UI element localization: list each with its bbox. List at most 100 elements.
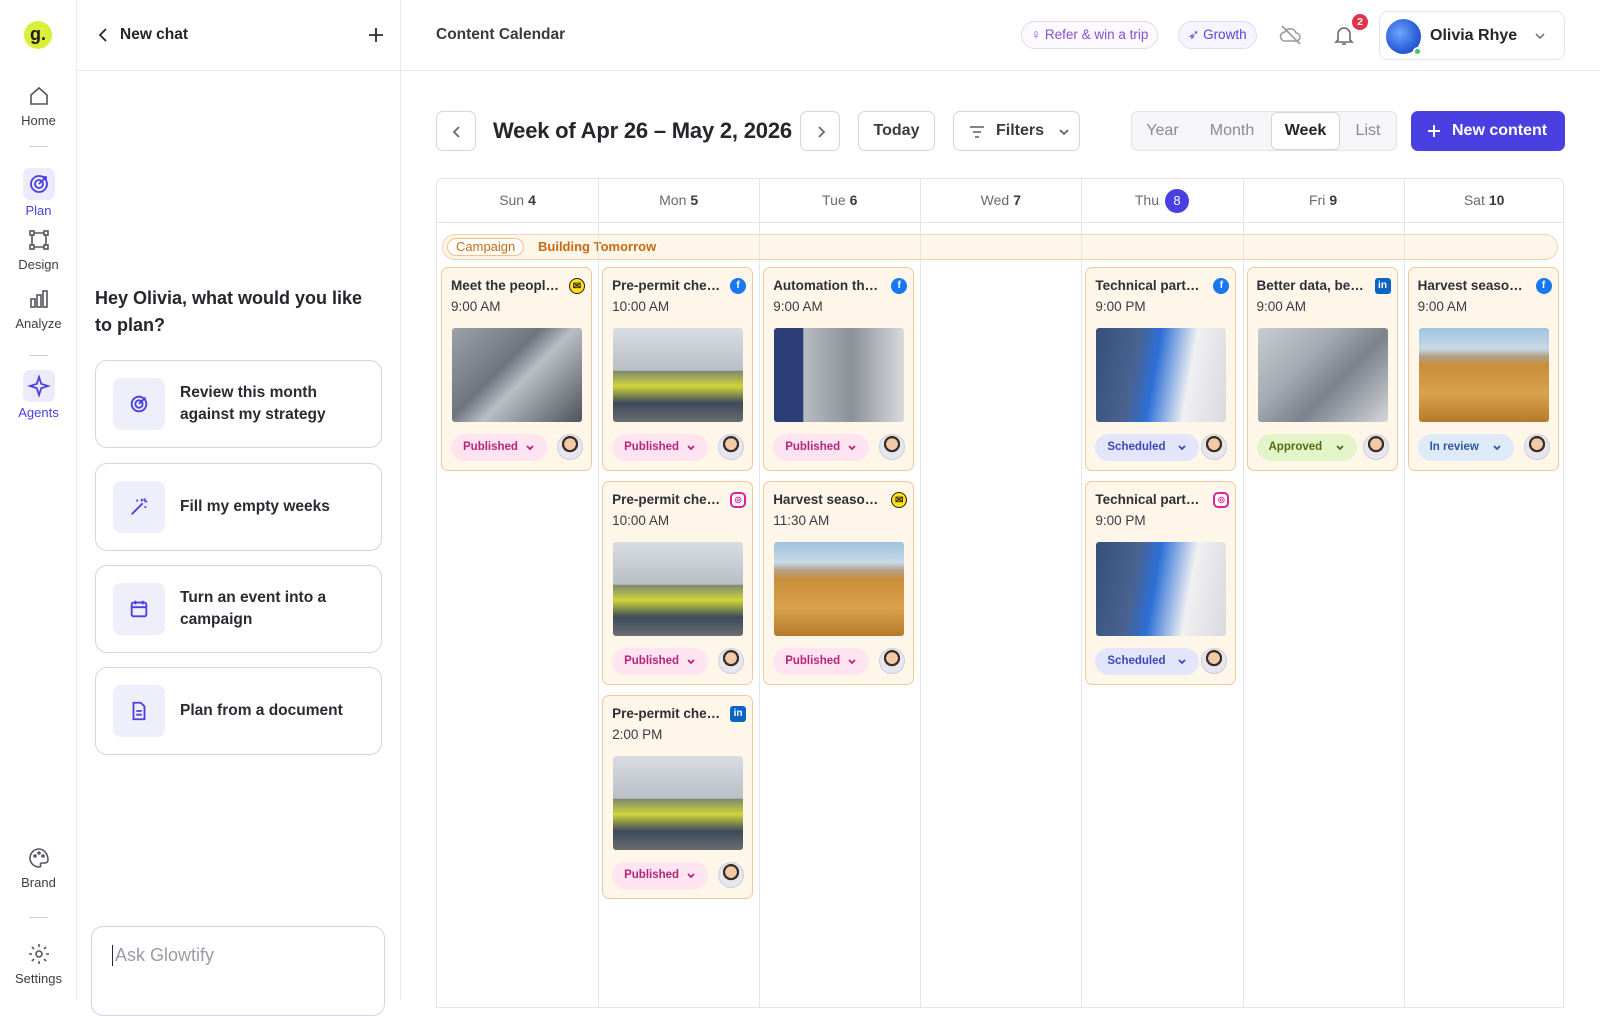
status-dropdown[interactable]: Published	[612, 648, 709, 675]
status-dropdown[interactable]: Published	[451, 434, 547, 461]
bar-chart-icon	[29, 290, 48, 308]
status-label: Scheduled	[1107, 655, 1166, 667]
post-card[interactable]: Pre-permit checklist 10:00 AM f Published	[602, 267, 754, 471]
assignee-avatar[interactable]	[879, 648, 906, 674]
post-thumbnail[interactable]	[613, 756, 744, 850]
day-number: 5	[690, 192, 699, 208]
status-dropdown[interactable]: Scheduled	[1095, 434, 1200, 461]
post-thumbnail[interactable]	[774, 542, 905, 636]
post-card[interactable]: Harvest season is here 9:00 AM f In review	[1407, 267, 1559, 471]
growth-pill[interactable]: ➶ Growth	[1178, 21, 1257, 49]
rail-item-plan[interactable]: Plan	[0, 168, 77, 218]
suggestion-fill-weeks[interactable]: Fill my empty weeks	[95, 463, 382, 551]
filters-button[interactable]: Filters	[953, 111, 1080, 151]
assignee-avatar[interactable]	[718, 648, 745, 674]
post-card[interactable]: Meet the people behind the machines 9:00 …	[441, 267, 592, 471]
chevron-left-icon[interactable]	[95, 26, 111, 44]
day-name: Tue	[822, 192, 846, 208]
post-time: 11:30 AM	[773, 513, 830, 528]
status-dropdown[interactable]: Published	[773, 648, 870, 675]
assignee-avatar[interactable]	[1201, 434, 1228, 460]
post-title: Technical partnership	[1095, 492, 1205, 507]
post-thumbnail[interactable]	[1096, 328, 1227, 422]
post-thumbnail[interactable]	[1096, 542, 1227, 636]
post-card[interactable]: Technical partnership 9:00 PM ◎ Scheduled	[1085, 481, 1237, 685]
rail-item-design[interactable]: Design	[0, 228, 77, 272]
chevron-down-icon	[848, 445, 856, 451]
plus-icon[interactable]	[367, 26, 385, 44]
day-number: 4	[528, 192, 536, 208]
day-number: 9	[1329, 192, 1338, 208]
post-time: 10:00 AM	[612, 299, 670, 314]
target-icon	[130, 395, 148, 413]
post-time: 9:00 AM	[773, 299, 823, 314]
mailchimp-icon: ✉	[891, 492, 908, 508]
column-divider	[1081, 179, 1083, 1007]
nav-rail: g. Home Plan Design Analyze Agents Brand…	[0, 0, 77, 1000]
view-year[interactable]: Year	[1132, 112, 1193, 150]
view-month[interactable]: Month	[1193, 112, 1271, 150]
rail-item-home[interactable]: Home	[0, 84, 77, 128]
post-thumbnail[interactable]	[1418, 328, 1549, 422]
rail-item-brand[interactable]: Brand	[0, 846, 77, 890]
status-dropdown[interactable]: Scheduled	[1095, 648, 1200, 675]
status-label: Published	[463, 441, 518, 453]
rail-label-settings: Settings	[15, 971, 62, 986]
refer-pill[interactable]: ♀︎ Refer & win a trip	[1021, 21, 1159, 49]
assignee-avatar[interactable]	[1201, 648, 1228, 674]
assignee-avatar[interactable]	[557, 434, 583, 460]
new-content-button[interactable]: New content	[1411, 111, 1565, 151]
assignee-avatar[interactable]	[879, 434, 906, 460]
rail-item-settings[interactable]: Settings	[0, 942, 77, 986]
campaign-banner[interactable]: Campaign Building Tomorrow	[442, 234, 1558, 260]
today-button[interactable]: Today	[858, 111, 935, 151]
document-icon	[132, 701, 146, 721]
campaign-name: Building Tomorrow	[538, 239, 657, 254]
new-content-label: New content	[1452, 122, 1548, 139]
refer-label: Refer & win a trip	[1044, 27, 1149, 42]
status-dropdown[interactable]: Published	[612, 434, 709, 461]
post-time: 9:00 PM	[1095, 299, 1146, 314]
prev-week-button[interactable]	[436, 111, 476, 151]
post-card[interactable]: Automation that works 9:00 AM f Published	[763, 267, 915, 471]
cloud-off-icon[interactable]	[1278, 22, 1304, 48]
post-card[interactable]: Pre-permit checklist 10:00 AM ◎ Published	[602, 481, 754, 685]
rail-item-agents[interactable]: Agents	[0, 370, 77, 420]
post-thumbnail[interactable]	[452, 328, 582, 422]
next-week-button[interactable]	[800, 111, 840, 151]
assignee-avatar[interactable]	[718, 862, 745, 888]
status-dropdown[interactable]: Approved	[1256, 434, 1357, 461]
suggestion-plan-document[interactable]: Plan from a document	[95, 667, 382, 755]
status-dropdown[interactable]: Published	[773, 434, 870, 461]
post-card[interactable]: Technical partnership 9:00 PM f Scheduled	[1085, 267, 1237, 471]
post-thumbnail[interactable]	[613, 328, 744, 422]
ask-input[interactable]	[112, 945, 362, 966]
post-thumbnail[interactable]	[774, 328, 905, 422]
column-divider	[759, 179, 761, 1007]
suggestion-event-campaign[interactable]: Turn an event into a campaign	[95, 565, 382, 653]
post-card[interactable]: Harvest season is here 11:30 AM ✉ Published	[763, 481, 915, 685]
user-menu[interactable]: Olivia Rhye	[1379, 11, 1565, 60]
suggestion-review-month[interactable]: Review this month against my strategy	[95, 360, 382, 448]
rail-divider	[30, 146, 48, 147]
post-card[interactable]: Better data, better decisions 9:00 AM in Ap…	[1246, 267, 1398, 471]
top-bar: Content Calendar ♀︎ Refer & win a trip ➶…	[401, 0, 1600, 71]
post-card[interactable]: Pre-permit checklist 2:00 PM in Published	[602, 695, 754, 899]
assignee-avatar[interactable]	[1362, 434, 1389, 460]
post-thumbnail[interactable]	[1257, 328, 1388, 422]
status-label: Published	[624, 869, 680, 881]
assignee-avatar[interactable]	[1523, 434, 1550, 460]
rail-item-analyze[interactable]: Analyze	[0, 287, 77, 331]
facebook-icon: f	[891, 278, 908, 294]
view-week[interactable]: Week	[1271, 112, 1340, 150]
gear-icon	[28, 944, 49, 964]
assignee-avatar[interactable]	[718, 434, 745, 460]
campaign-tag: Campaign	[447, 238, 525, 256]
view-list[interactable]: List	[1340, 112, 1396, 150]
app-logo[interactable]: g.	[24, 21, 52, 49]
status-dropdown[interactable]: Published	[612, 862, 709, 889]
suggestion-label: Review this month against my strategy	[180, 384, 326, 423]
post-thumbnail[interactable]	[613, 542, 744, 636]
chevron-down-icon	[1059, 129, 1069, 136]
status-dropdown[interactable]: In review	[1417, 434, 1514, 461]
